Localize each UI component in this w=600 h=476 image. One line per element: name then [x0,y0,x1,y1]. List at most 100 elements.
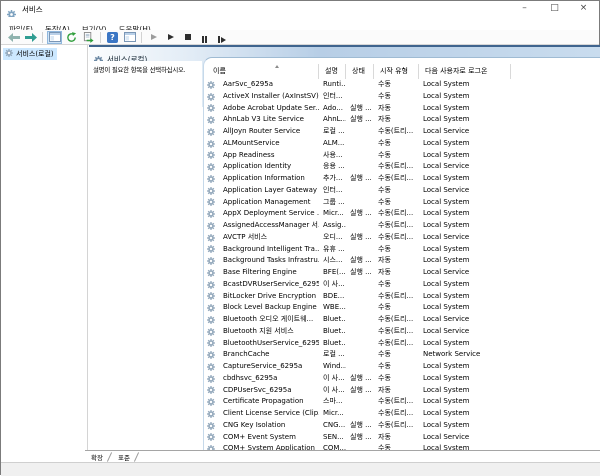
table-row[interactable]: CNG Key Isolation CNG... 실행 ... 수동(트리... Loc… [204,420,589,432]
table-row[interactable]: Bluetooth 오디오 게이트웨... Bluet... 수동(트리... Loc… [204,314,589,326]
table-row[interactable]: BitLocker Drive Encryption ... BDE... 수동(트… [204,291,589,303]
table-row[interactable]: Client License Service (Clip... Micr... 수동… [204,408,589,420]
table-row[interactable]: Adobe Acrobat Update Ser... Ado... 실행 ... 자… [204,103,589,115]
cell-name: Bluetooth 지원 서비스 [223,326,294,335]
table-row[interactable]: BranchCache 로컬 ... 수동 Network Service [204,349,589,361]
table-row[interactable]: AllJoyn Router Service 로컬 ... 수동(트리... Loca… [204,126,589,138]
cell-status [346,244,374,256]
table-row[interactable]: Background Intelligent Tra... 유휴 ... 수동 Loc… [204,244,589,256]
cell-name: Application Information [223,174,305,182]
cell-name: AppX Deployment Service ... [223,209,319,218]
cell-description: 유휴 ... [323,244,345,253]
cell-logon-as: Local System [423,303,470,312]
table-row[interactable]: AarSvc_6295a Runti... 수동 Local System [204,79,589,91]
table-row[interactable]: AVCTP 서비스 오디... 실행 ... 수동(트리... Local Servic… [204,232,589,244]
service-icon [207,126,219,138]
table-row[interactable]: Application Management 그룹 ... 수동 Local Syst… [204,197,589,209]
table-row[interactable]: Base Filtering Engine BFE(... 실행 ... 자동 Loca… [204,267,589,279]
cell-status [346,279,374,291]
table-row[interactable]: Background Tasks Infrastru... 시스... 실행 ...… [204,255,589,267]
help-icon[interactable]: ? [105,31,120,44]
cell-status [346,79,374,91]
column-header[interactable]: 다음 사용자로 로그온 [419,64,511,79]
cell-startup-type: 수동(트리... [378,420,414,429]
pause-service-icon[interactable] [197,31,212,44]
table-row[interactable]: COM+ System Application COM... 수동 Local Sys… [204,443,589,450]
restart-service-icon[interactable] [214,31,229,44]
cell-logon-as: Local Service [423,232,470,241]
table-row[interactable]: cbdhsvc_6295a 이 사... 실행 ... 수동 Local System [204,373,589,385]
table-row[interactable]: COM+ Event System SEN... 실행 ... 자동 Local Ser… [204,432,589,444]
table-row[interactable]: ActiveX Installer (AxInstSV) 인터... 수동 Local… [204,91,589,103]
cell-startup-type: 수동(트리... [378,291,414,300]
cell-name: AllJoyn Router Service [223,127,301,135]
minimize-button[interactable]: – [510,1,539,17]
cell-status [346,396,374,408]
service-icon [207,185,219,197]
cell-startup-type: 수동 [378,303,391,312]
tab-extended[interactable]: 확장 [85,452,107,462]
show-console-tree-icon[interactable] [47,30,62,44]
cell-name: Client License Service (Clip... [223,409,319,417]
cell-description: 오디... [323,232,343,241]
services-list-panel: 이름 설명 상태 시작 유형 다음 사용자로 로그온 AarSvc_6295a Runti… [203,57,600,450]
table-row[interactable]: CaptureService_6295a Wind... 수동 Local Syste… [204,361,589,373]
title-bar[interactable]: 서비스 – □ × [1,1,599,19]
column-header[interactable]: 이름 [207,64,319,79]
cell-logon-as: Local System [423,115,470,124]
show-action-pane-icon[interactable] [122,31,137,44]
table-row[interactable]: AssignedAccessManager 서... Assig... 수동(트리.… [204,220,589,232]
export-list-icon[interactable] [81,31,96,44]
cell-startup-type: 자동 [378,256,391,265]
sidebar-item-services-local[interactable]: 서비스(로컬) [3,48,57,60]
table-row[interactable]: AppX Deployment Service ... Micr... 실행 ...… [204,208,589,220]
column-header[interactable]: 상태 [346,64,374,79]
cell-description: BFE(... [323,268,346,276]
service-icon [207,279,219,291]
cell-logon-as: Local System [423,244,470,253]
cell-startup-type: 수동(트리... [378,326,414,335]
start-service-icon[interactable] [146,31,161,44]
table-row[interactable]: App Readiness 사용... 수동 Local System [204,150,589,162]
cell-logon-as: Local System [423,256,470,265]
cell-logon-as: Local System [423,174,470,182]
cell-name: Bluetooth 오디오 게이트웨... [223,315,314,323]
table-row[interactable]: AhnLab V3 Lite Service AhnL... 실행 ... 자동 Loc… [204,114,589,126]
table-row[interactable]: BluetoothUserService_6295a Bluet... 수동(트리.… [204,338,589,350]
back-icon[interactable] [6,31,21,44]
cell-description: BDE... [323,291,345,300]
table-row[interactable]: Application Layer Gateway ... 인터... 수동 Loca… [204,185,589,197]
cell-name: Application Layer Gateway ... [223,185,319,194]
menu-bar: 파일(F)동작(A)보기(V)도움말(H) [1,17,599,34]
cell-startup-type: 수동(트리... [378,209,414,218]
cell-startup-type: 수동 [378,362,391,370]
service-icon [207,244,219,256]
table-row[interactable]: BcastDVRUserService_6295a 이 사... 수동 Local S… [204,279,589,291]
column-header[interactable]: 설명 [319,64,346,79]
table-row[interactable]: Bluetooth 지원 서비스 Bluet... 수동(트리... Local Se… [204,326,589,338]
pane-divider[interactable] [87,45,88,450]
cell-name: CDPUserSvc_6295a [223,385,292,394]
cell-logon-as: Local Service [423,432,470,441]
toolbar-separator [141,31,142,43]
cell-logon-as: Local System [423,444,470,450]
close-button[interactable]: × [569,1,598,17]
cell-logon-as: Local Service [423,185,470,194]
service-icon [207,91,219,103]
table-row[interactable]: Block Level Backup Engine ... WBE... 수동 Loc… [204,302,589,314]
table-row[interactable]: CDPUserSvc_6295a 이 사... 실행 ... 자동 Local Syst… [204,385,589,397]
tab-standard[interactable]: 표준 [112,452,134,462]
cell-status: 실행 ... [350,385,372,394]
cell-logon-as: Local System [423,150,470,159]
table-row[interactable]: Certificate Propagation 스마... 수동(트리... Loca… [204,396,589,408]
table-row[interactable]: Application Information 추가... 실행 ... 수동(트리.… [204,173,589,185]
table-row[interactable]: Application Identity 응용 ... 수동(트리... Local … [204,161,589,173]
stop-service-icon[interactable] [180,31,195,44]
maximize-button[interactable]: □ [540,1,569,17]
table-row[interactable]: ALMountService ALM... 수동 Local System [204,138,589,150]
refresh-icon[interactable] [64,31,79,44]
resume-service-icon[interactable] [163,31,178,44]
cell-status [346,291,374,303]
forward-icon[interactable] [23,31,38,44]
column-header[interactable]: 시작 유형 [374,64,419,79]
